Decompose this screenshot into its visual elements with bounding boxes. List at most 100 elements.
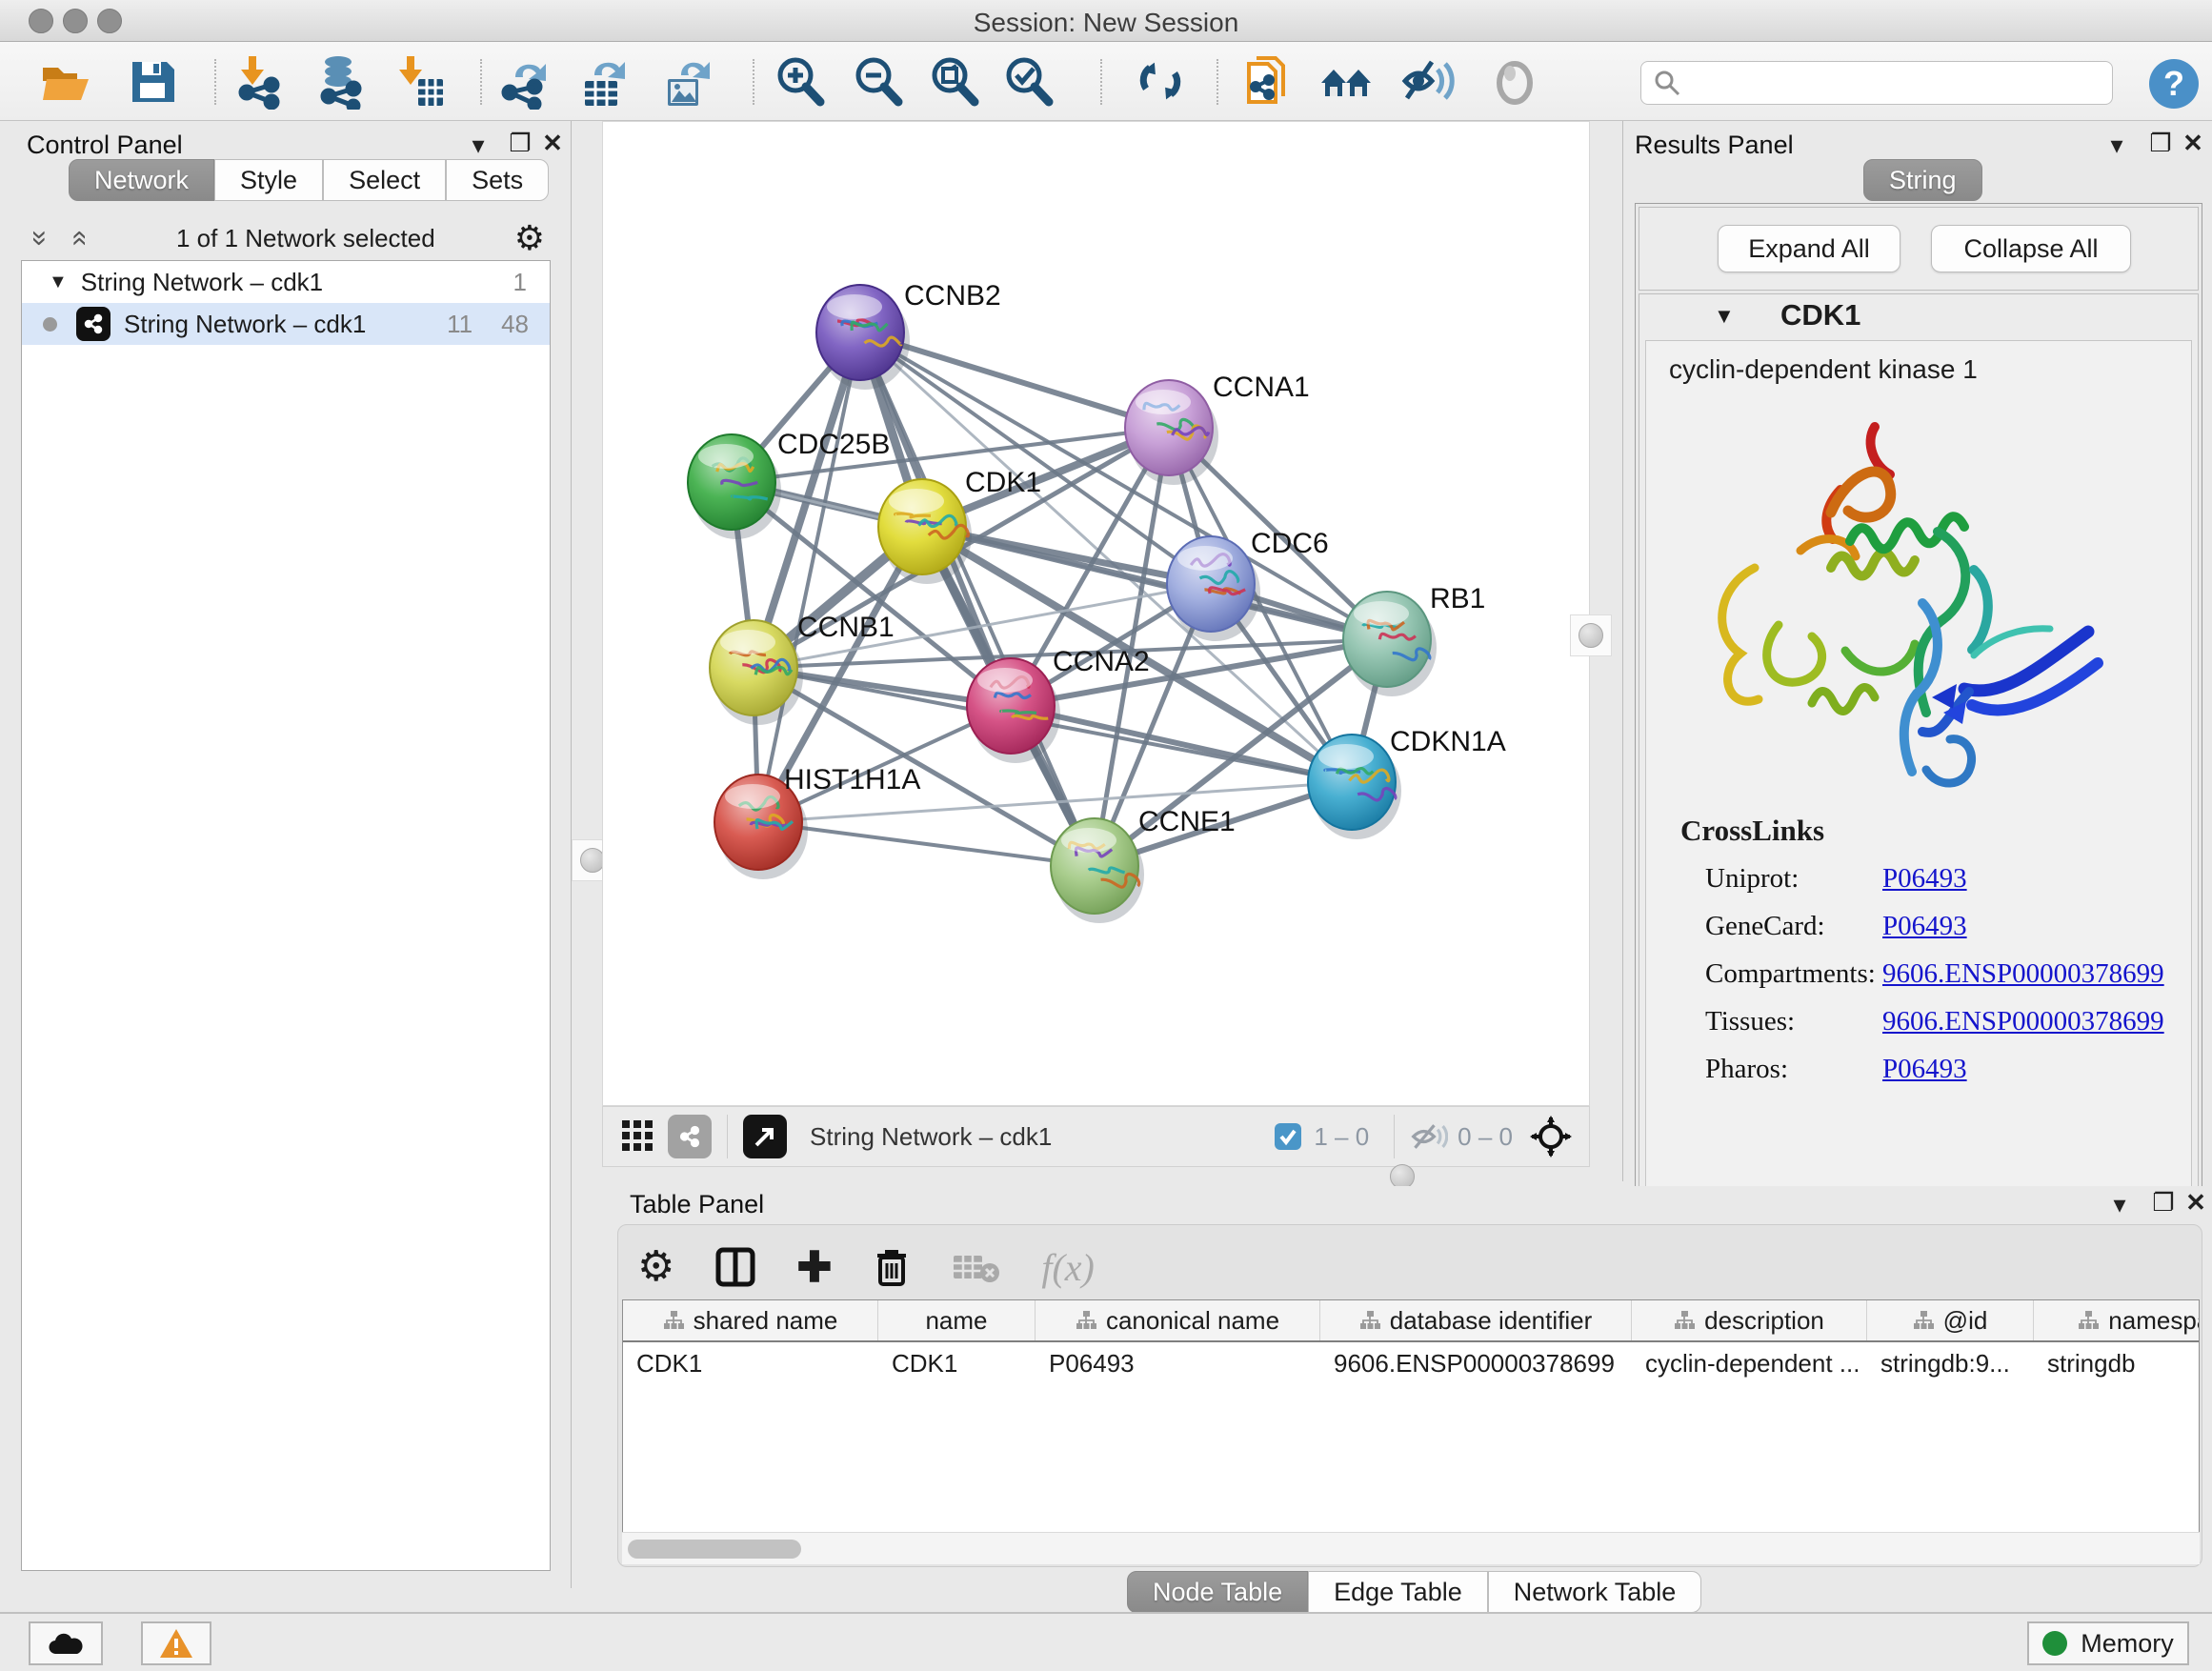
crosslink-value-link[interactable]: P06493 (1882, 1054, 1967, 1085)
table-cell[interactable]: CDK1 (623, 1342, 878, 1384)
column-header-name[interactable]: name (878, 1300, 1036, 1340)
crosslink-value-link[interactable]: P06493 (1882, 911, 1967, 942)
zoom-fit-icon[interactable] (927, 54, 982, 110)
open-session-icon[interactable] (37, 54, 92, 110)
network-options-gear-icon[interactable]: ⚙ (514, 218, 545, 258)
export-table-icon[interactable] (577, 54, 633, 110)
crosslink-value-link[interactable]: 9606.ENSP00000378699 (1882, 958, 2164, 990)
node-CCNA2[interactable] (967, 658, 1060, 763)
network-row[interactable]: String Network – cdk1 11 48 (22, 303, 550, 345)
column-header-database-identifier[interactable]: database identifier (1320, 1300, 1632, 1340)
node-CCNB2[interactable] (816, 285, 910, 390)
tab-select[interactable]: Select (323, 159, 446, 201)
export-image-icon[interactable] (660, 54, 715, 110)
tab-string[interactable]: String (1863, 159, 1982, 201)
share-document-icon[interactable] (1239, 54, 1295, 110)
table-cell[interactable]: CDK1 (878, 1342, 1036, 1384)
control-panel-close-icon[interactable]: ✕ (535, 129, 570, 158)
zoom-selected-icon[interactable] (1001, 54, 1056, 110)
table-cell[interactable]: stringdb (2034, 1342, 2200, 1384)
expand-all-button[interactable]: Expand All (1718, 225, 1900, 272)
node-CCNA1[interactable] (1125, 380, 1218, 485)
collapse-all-button[interactable]: Collapse All (1931, 225, 2131, 272)
table-cell[interactable]: P06493 (1036, 1342, 1320, 1384)
table-cell[interactable]: cyclin-dependent ... (1632, 1342, 1867, 1384)
table-hscrollbar[interactable] (622, 1532, 2200, 1564)
column-header-shared-name[interactable]: shared name (623, 1300, 878, 1340)
table-row[interactable]: CDK1CDK1P064939606.ENSP00000378699cyclin… (623, 1342, 2199, 1384)
birdseye-crosshair-icon[interactable] (1530, 1116, 1572, 1158)
collapse-all-chevron-icon[interactable]: » (62, 219, 94, 257)
right-splitter-handle[interactable] (1570, 614, 1612, 656)
node-label-HIST1H1A: HIST1H1A (784, 764, 920, 795)
crosslink-value-link[interactable]: P06493 (1882, 863, 1967, 895)
crosslink-label: Compartments: (1705, 958, 1882, 990)
table-cell[interactable]: stringdb:9... (1867, 1342, 2034, 1384)
show-all-icon[interactable] (1487, 54, 1542, 110)
results-panel-float-icon[interactable]: ❐ (2143, 129, 2178, 158)
node-label-CCNA1: CCNA1 (1213, 372, 1310, 403)
table-settings-gear-icon[interactable]: ⚙ (637, 1246, 674, 1288)
help-button[interactable]: ? (2149, 59, 2199, 109)
hide-unhide-icon[interactable] (1399, 54, 1455, 110)
memory-button[interactable]: Memory (2027, 1621, 2189, 1665)
cloud-status-button[interactable] (29, 1621, 103, 1665)
node-CCNE1[interactable] (1051, 818, 1144, 923)
grid-view-icon[interactable] (616, 1115, 660, 1158)
edge-CCNB2-HIST1H1A[interactable] (758, 332, 860, 822)
home-networks-icon[interactable] (1319, 54, 1375, 110)
control-panel-float-icon[interactable]: ❐ (503, 129, 537, 158)
zoom-out-icon[interactable] (851, 54, 906, 110)
delete-table-icon[interactable] (952, 1248, 1001, 1286)
import-network-database-icon[interactable] (313, 54, 369, 110)
detach-view-icon[interactable] (743, 1115, 787, 1158)
column-header-canonical-name[interactable]: canonical name (1036, 1300, 1320, 1340)
results-panel-menu-icon[interactable]: ▾ (2100, 131, 2134, 160)
function-builder-icon[interactable]: f(x) (1041, 1245, 1095, 1290)
control-panel-menu-icon[interactable]: ▾ (461, 131, 495, 160)
network-share-view-icon[interactable] (668, 1115, 712, 1158)
import-table-file-icon[interactable] (392, 54, 447, 110)
edge-HIST1H1A-CCNE1[interactable] (758, 822, 1095, 866)
save-session-icon[interactable] (125, 54, 180, 110)
column-header-description[interactable]: description (1632, 1300, 1867, 1340)
tab-sets[interactable]: Sets (446, 159, 549, 201)
tab-network-table[interactable]: Network Table (1488, 1571, 1702, 1613)
add-column-plus-icon[interactable]: ✚ (796, 1243, 832, 1292)
table-cell[interactable]: 9606.ENSP00000378699 (1320, 1342, 1632, 1384)
column-header-@id[interactable]: @id (1867, 1300, 2034, 1340)
node-CDKN1A[interactable] (1308, 735, 1401, 839)
window-title: Session: New Session (0, 8, 2212, 38)
edge-CCNA2-CDKN1A[interactable] (1011, 706, 1352, 782)
node-CDK1[interactable] (878, 479, 972, 584)
export-network-icon[interactable] (498, 54, 553, 110)
apply-layout-refresh-icon[interactable] (1133, 54, 1188, 110)
gene-expander-icon[interactable]: ▼ (1714, 304, 1735, 329)
zoom-in-icon[interactable] (773, 54, 828, 110)
column-header-namespace[interactable]: namespace (2034, 1300, 2200, 1340)
show-columns-icon[interactable] (714, 1246, 756, 1288)
hidden-eye-icon[interactable] (1410, 1120, 1448, 1153)
table-panel-close-icon[interactable]: ✕ (2179, 1188, 2212, 1218)
expand-all-chevron-icon[interactable]: » (24, 219, 56, 257)
import-network-file-icon[interactable] (233, 54, 289, 110)
tab-network[interactable]: Network (69, 159, 214, 201)
tab-style[interactable]: Style (214, 159, 323, 201)
warnings-button[interactable] (141, 1621, 211, 1665)
network-canvas[interactable]: CCNB2CCNA1CDC25BCDK1CDC6RB1CCNB1CCNA2CDK… (602, 121, 1590, 1106)
tab-edge-table[interactable]: Edge Table (1308, 1571, 1488, 1613)
selected-checkbox-icon[interactable] (1272, 1115, 1304, 1158)
table-panel-menu-icon[interactable]: ▾ (2102, 1190, 2137, 1219)
table-panel-float-icon[interactable]: ❐ (2146, 1188, 2181, 1218)
toolbar-separator (753, 59, 754, 105)
crosslink-value-link[interactable]: 9606.ENSP00000378699 (1882, 1006, 2164, 1037)
network-collection-row[interactable]: ▼ String Network – cdk1 1 (22, 261, 550, 303)
delete-column-trash-icon[interactable] (872, 1246, 912, 1288)
search-input[interactable] (1681, 69, 2081, 98)
collection-expander-icon[interactable]: ▼ (49, 272, 68, 293)
results-panel-close-icon[interactable]: ✕ (2176, 129, 2210, 158)
tab-node-table[interactable]: Node Table (1127, 1571, 1308, 1613)
node-CDC25B[interactable] (688, 434, 781, 539)
table-hscroll-thumb[interactable] (628, 1540, 801, 1559)
node-RB1[interactable] (1343, 592, 1437, 696)
